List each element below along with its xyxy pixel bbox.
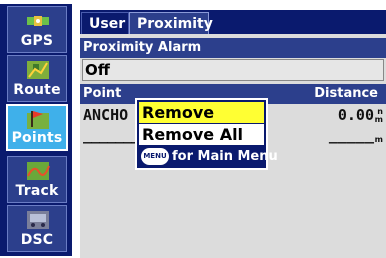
proximity-alarm-label: Proximity Alarm [83, 40, 202, 55]
menu-hint: MENU for Main Menu [139, 147, 278, 166]
remove-all-option[interactable]: Remove All [139, 124, 264, 145]
point-name[interactable]: ANCHO [83, 106, 128, 124]
menu-key-icon: MENU [141, 148, 169, 165]
sidebar-item-gps[interactable]: GPS [7, 6, 67, 53]
menu-hint-text: for Main Menu [172, 149, 278, 164]
sidebar-item-track[interactable]: Track [7, 156, 67, 203]
tab-user[interactable]: User [81, 12, 129, 34]
remove-point-option[interactable]: Remove Point [139, 102, 264, 143]
column-header-distance: Distance [314, 86, 378, 101]
sidebar-item-label: GPS [20, 33, 54, 49]
column-header-point: Point [83, 86, 122, 101]
sidebar-item-label: Points [11, 130, 63, 146]
proximity-alarm-field[interactable]: Off [82, 59, 384, 81]
device-screen: GPS Route Points Track DSC User Proximit… [0, 0, 386, 258]
distance-unit-bottom: m [374, 135, 383, 144]
sidebar-item-route[interactable]: Route [7, 55, 67, 102]
distance-unit-bottom: m [374, 115, 383, 124]
tab-proximity[interactable]: Proximity [129, 12, 213, 34]
point-distance-empty: _____ [328, 126, 374, 144]
sidebar-item-label: DSC [20, 232, 54, 248]
tab-bar: User Proximity [80, 10, 386, 34]
dsc-radio-icon [27, 211, 49, 229]
sidebar-item-label: Track [15, 183, 59, 199]
sidebar-item-dsc[interactable]: DSC [7, 205, 67, 252]
point-distance: 0.00 [337, 106, 374, 124]
route-map-icon [27, 61, 49, 79]
options-popup-menu: Remove Point Remove All MENU for Main Me… [135, 98, 278, 170]
sidebar: GPS Route Points Track DSC [0, 4, 72, 256]
sidebar-item-points[interactable]: Points [6, 104, 68, 151]
satellite-icon [27, 16, 49, 26]
sidebar-item-label: Route [13, 82, 61, 98]
track-line-icon [27, 162, 50, 180]
waypoint-flag-icon [27, 111, 49, 129]
